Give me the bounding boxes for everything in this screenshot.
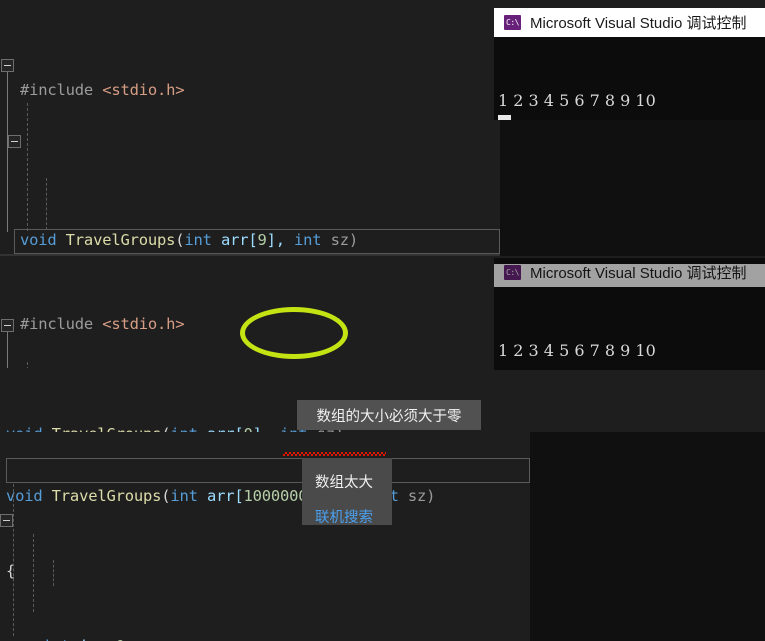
collapse-toggle-for-loop[interactable]: [8, 135, 21, 148]
console-window-chrome: [494, 258, 765, 264]
console-output-line: 1 2 3 4 5 6 7 8 9 10: [498, 91, 656, 110]
indent-guide: [27, 362, 29, 368]
quick-actions-popup[interactable]: 数组太大 联机搜索: [302, 458, 392, 526]
code-line: int i = 0;: [0, 634, 530, 641]
code-line: void TravelGroups(int arr[10000000000], …: [0, 484, 530, 509]
console-title-text: Microsoft Visual Studio 调试控制: [530, 265, 747, 282]
console-cursor: [498, 115, 511, 120]
code-line-text: #include <stdio.h>: [20, 81, 185, 99]
console-output-line: 1 2 3 4 5 6 7 8 9 10: [498, 341, 656, 360]
code-line-text: #include <stdio.h>: [20, 315, 185, 333]
outlining-vertical-line: [7, 72, 8, 232]
collapse-toggle-function[interactable]: [1, 319, 14, 332]
editor-pane-1[interactable]: #include <stdio.h> void TravelGroups(int…: [0, 0, 500, 256]
code-line-text: int i = 0;: [0, 637, 135, 641]
indent-guide: [27, 103, 29, 231]
console-window-top[interactable]: C:\ Microsoft Visual Studio 调试控制 1 2 3 4…: [494, 8, 765, 120]
screenshot-canvas: #include <stdio.h> void TravelGroups(int…: [0, 0, 765, 641]
console-output: 1 2 3 4 5 6 7 8 9 10 D:\Code\luogu\test_…: [494, 37, 765, 120]
editor-pane-4[interactable]: void TravelGroups(int arr[10000000000], …: [0, 432, 530, 641]
current-line-highlight: [14, 229, 500, 254]
screenshot-separator: [0, 254, 500, 256]
collapse-toggle-function[interactable]: [1, 59, 14, 72]
code-block-2[interactable]: #include <stdio.h> void TravelGroups(int…: [0, 258, 500, 368]
console-app-icon: C:\: [504, 265, 521, 280]
quick-action-message: 数组太大: [315, 475, 373, 491]
console-title-text: Microsoft Visual Studio 调试控制: [530, 15, 747, 32]
console-output: 1 2 3 4 5 6 7 8 9 10 D:\Code\luogu\test_…: [494, 287, 765, 370]
code-line: [0, 153, 500, 178]
editor-pane-2[interactable]: #include <stdio.h> void TravelGroups(int…: [0, 258, 500, 368]
background-strip: [500, 120, 765, 256]
outlining-vertical-line: [7, 332, 8, 368]
console-title-bar[interactable]: C:\ Microsoft Visual Studio 调试控制: [494, 8, 765, 37]
indent-guide: [13, 484, 15, 636]
quick-actions-lightbulb-icon[interactable]: [0, 514, 13, 527]
code-line: #include <stdio.h>: [0, 312, 500, 337]
indent-guide: [53, 560, 55, 586]
tooltip-text: 数组的大小必须大于零: [316, 408, 462, 425]
quick-action-search-online-link[interactable]: 联机搜索: [302, 497, 392, 532]
indent-guide: [46, 178, 48, 230]
code-line-text: void TravelGroups(int arr[0], int sz): [0, 425, 344, 432]
error-squiggle-array-too-large: [283, 452, 386, 456]
code-block-1[interactable]: #include <stdio.h> void TravelGroups(int…: [0, 0, 500, 256]
code-line: #include <stdio.h>: [0, 78, 500, 103]
console-window-bottom[interactable]: C:\ Microsoft Visual Studio 调试控制 1 2 3 4…: [494, 258, 765, 370]
indent-guide: [33, 534, 35, 612]
background-strip: [530, 432, 765, 641]
current-line-highlight: [6, 458, 530, 483]
error-tooltip-array-size: 数组的大小必须大于零: [297, 400, 481, 430]
console-app-icon: C:\: [504, 15, 521, 30]
code-line: {: [0, 559, 530, 584]
